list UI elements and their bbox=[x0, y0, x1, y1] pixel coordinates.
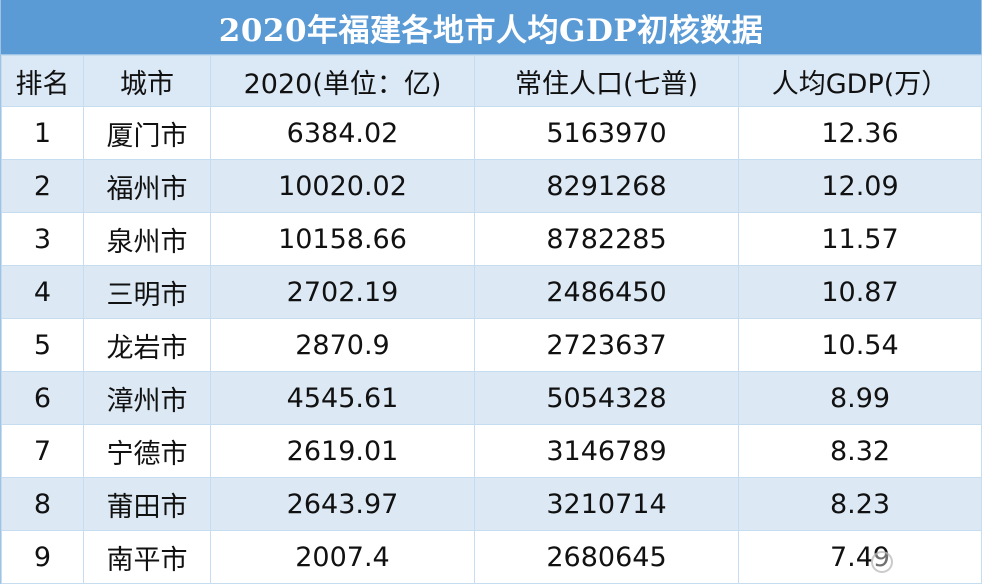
gdp-table: 排名 城市 2020(单位：亿) 常住人口(七普) 人均GDP(万） 1 厦门市… bbox=[1, 55, 982, 584]
city-cell: 三明市 bbox=[83, 265, 211, 319]
city-cell: 宁德市 bbox=[83, 424, 211, 478]
population-cell: 8782285 bbox=[474, 212, 739, 266]
table-row: 7 宁德市 2619.01 3146789 8.32 bbox=[1, 424, 982, 478]
gdp-cell: 10158.66 bbox=[210, 212, 475, 266]
table-row: 6 漳州市 4545.61 5054328 8.99 bbox=[1, 371, 982, 425]
gdp-cell: 2702.19 bbox=[210, 265, 475, 319]
per-capita-cell: 10.54 bbox=[738, 318, 982, 372]
header-population: 常住人口(七普) bbox=[474, 55, 739, 107]
per-capita-cell: 7.49 bbox=[738, 530, 982, 584]
rank-cell: 4 bbox=[1, 265, 84, 319]
city-cell: 漳州市 bbox=[83, 371, 211, 425]
per-capita-cell: 10.87 bbox=[738, 265, 982, 319]
per-capita-cell: 8.32 bbox=[738, 424, 982, 478]
table-title: 2020年福建各地市人均GDP初核数据 bbox=[1, 0, 981, 55]
rank-cell: 3 bbox=[1, 212, 84, 266]
city-cell: 莆田市 bbox=[83, 477, 211, 531]
rank-cell: 7 bbox=[1, 424, 84, 478]
city-cell: 南平市 bbox=[83, 530, 211, 584]
gdp-cell: 4545.61 bbox=[210, 371, 475, 425]
population-cell: 2723637 bbox=[474, 318, 739, 372]
population-cell: 2680645 bbox=[474, 530, 739, 584]
header-row: 排名 城市 2020(单位：亿) 常住人口(七普) 人均GDP(万） bbox=[1, 55, 982, 107]
header-gdp: 2020(单位：亿) bbox=[210, 55, 475, 107]
gdp-cell: 2643.97 bbox=[210, 477, 475, 531]
table-row: 3 泉州市 10158.66 8782285 11.57 bbox=[1, 212, 982, 266]
per-capita-cell: 12.09 bbox=[738, 159, 982, 213]
rank-cell: 8 bbox=[1, 477, 84, 531]
rank-cell: 1 bbox=[1, 106, 84, 160]
watermark-icon bbox=[871, 551, 893, 573]
table-row: 1 厦门市 6384.02 5163970 12.36 bbox=[1, 106, 982, 160]
gdp-cell: 2870.9 bbox=[210, 318, 475, 372]
per-capita-cell: 8.23 bbox=[738, 477, 982, 531]
city-cell: 龙岩市 bbox=[83, 318, 211, 372]
table-row: 4 三明市 2702.19 2486450 10.87 bbox=[1, 265, 982, 319]
gdp-cell: 2007.4 bbox=[210, 530, 475, 584]
rank-cell: 2 bbox=[1, 159, 84, 213]
gdp-table-container: 2020年福建各地市人均GDP初核数据 排名 城市 2020(单位：亿) 常住人… bbox=[0, 0, 982, 584]
table-row: 2 福州市 10020.02 8291268 12.09 bbox=[1, 159, 982, 213]
rank-cell: 9 bbox=[1, 530, 84, 584]
table-row: 9 南平市 2007.4 2680645 7.49 bbox=[1, 530, 982, 584]
population-cell: 3146789 bbox=[474, 424, 739, 478]
city-cell: 泉州市 bbox=[83, 212, 211, 266]
population-cell: 8291268 bbox=[474, 159, 739, 213]
per-capita-cell: 12.36 bbox=[738, 106, 982, 160]
population-cell: 3210714 bbox=[474, 477, 739, 531]
gdp-cell: 6384.02 bbox=[210, 106, 475, 160]
header-per-capita: 人均GDP(万） bbox=[738, 55, 982, 107]
gdp-cell: 2619.01 bbox=[210, 424, 475, 478]
population-cell: 5163970 bbox=[474, 106, 739, 160]
population-cell: 2486450 bbox=[474, 265, 739, 319]
city-cell: 厦门市 bbox=[83, 106, 211, 160]
gdp-cell: 10020.02 bbox=[210, 159, 475, 213]
population-cell: 5054328 bbox=[474, 371, 739, 425]
table-row: 8 莆田市 2643.97 3210714 8.23 bbox=[1, 477, 982, 531]
table-row: 5 龙岩市 2870.9 2723637 10.54 bbox=[1, 318, 982, 372]
per-capita-cell: 11.57 bbox=[738, 212, 982, 266]
rank-cell: 6 bbox=[1, 371, 84, 425]
per-capita-cell: 8.99 bbox=[738, 371, 982, 425]
city-cell: 福州市 bbox=[83, 159, 211, 213]
rank-cell: 5 bbox=[1, 318, 84, 372]
header-city: 城市 bbox=[83, 55, 211, 107]
header-rank: 排名 bbox=[1, 55, 84, 107]
